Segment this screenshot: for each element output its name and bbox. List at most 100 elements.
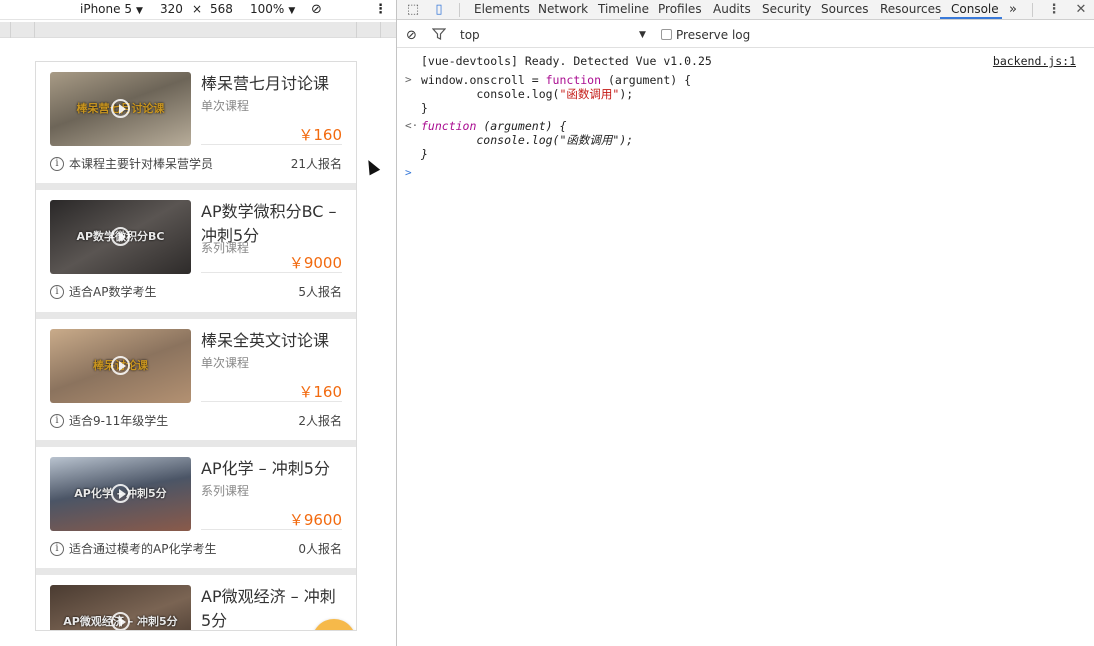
filter-icon[interactable] (431, 28, 447, 43)
tab-resources[interactable]: Resources (880, 2, 941, 16)
divider (201, 529, 342, 530)
enrolled-count: 5人报名 (298, 285, 342, 299)
media-query-ruler (0, 22, 396, 38)
console-filterbar: ⊘ top ▼ Preserve log (397, 24, 1094, 48)
more-tabs-icon[interactable]: » (1009, 2, 1017, 17)
course-info: i 适合9-11年级学生 (50, 412, 168, 429)
divider (201, 144, 342, 145)
zoom-select[interactable]: 100% ▼ (250, 2, 295, 16)
more-vertical-icon[interactable]: ⋮ (374, 2, 387, 17)
course-thumbnail[interactable]: AP微观经济 – 冲刺5分 (50, 585, 191, 630)
course-card[interactable]: 棒呆营七月讨论课 棒呆营七月讨论课 单次课程 ￥160 i 本课程主要针对棒呆营… (36, 62, 356, 183)
tab-audits[interactable]: Audits (713, 2, 751, 16)
more-vertical-icon[interactable]: ⋮ (1046, 2, 1062, 18)
enrolled-count: 2人报名 (298, 414, 342, 428)
course-audience: 本课程主要针对棒呆营学员 (69, 157, 214, 171)
user-icon (312, 619, 356, 631)
screen: iPhone 5 ▼ 320 × 568 100% ▼ ⊘ ⋮ 棒呆营七月讨论课 棒… (0, 0, 1094, 646)
zoom-value: 100% (250, 2, 285, 16)
tab-console[interactable]: Console (951, 2, 999, 16)
tab-profiles[interactable]: Profiles (658, 2, 702, 16)
course-price: ￥160 (298, 383, 342, 401)
course-audience: 适合9-11年级学生 (69, 414, 169, 428)
dimension-times: × (192, 2, 203, 16)
tab-network[interactable]: Network (538, 2, 588, 16)
course-title[interactable]: AP化学 – 冲刺5分 (201, 457, 346, 481)
mouse-cursor-icon (363, 157, 381, 176)
course-title[interactable]: 棒呆营七月讨论课 (201, 72, 346, 96)
course-type: 系列课程 (201, 484, 250, 498)
active-tab-indicator (940, 17, 1002, 19)
info-icon: i (50, 156, 64, 171)
card-separator (36, 312, 356, 319)
card-separator (36, 440, 356, 447)
course-card[interactable]: AP微观经济 – 冲刺5分 AP微观经济 – 冲刺 5分 (36, 575, 356, 630)
inspect-element-icon[interactable]: ⬚ (405, 2, 421, 18)
course-info: i 本课程主要针对棒呆营学员 (50, 155, 213, 172)
console-result: } (421, 147, 428, 161)
card-separator (36, 568, 356, 575)
info-icon: i (50, 284, 64, 299)
course-type: 单次课程 (201, 356, 250, 370)
devtools-tabbar: ⬚ ▯ Elements Network Timeline Profiles A… (397, 0, 1094, 20)
chevron-down-icon[interactable]: ▼ (639, 30, 646, 40)
course-info: i 适合AP数学考生 (50, 283, 156, 300)
tab-timeline[interactable]: Timeline (598, 2, 649, 16)
enrolled-count: 0人报名 (298, 542, 342, 556)
devtools-panel: ⬚ ▯ Elements Network Timeline Profiles A… (397, 0, 1094, 646)
device-toolbar: iPhone 5 ▼ 320 × 568 100% ▼ ⊘ ⋮ (0, 0, 396, 20)
dropdown-arrow-icon: ▼ (288, 6, 296, 16)
info-icon: i (50, 541, 64, 556)
course-card[interactable]: AP化学 – 冲刺5分 AP化学 – 冲刺5分 系列课程 ￥9600 i 适合通… (36, 447, 356, 568)
close-icon[interactable]: ✕ (1073, 2, 1089, 18)
phone-viewport: 棒呆营七月讨论课 棒呆营七月讨论课 单次课程 ￥160 i 本课程主要针对棒呆营… (35, 61, 357, 631)
course-title[interactable]: 棒呆全英文讨论课 (201, 329, 346, 353)
enrolled-count: 21人报名 (290, 157, 342, 171)
course-price: ￥9000 (288, 254, 342, 272)
console-message: [vue-devtools] Ready. Detected Vue v1.0.… (421, 54, 712, 68)
course-thumbnail[interactable]: 棒呆营七月讨论课 (50, 72, 191, 146)
rotate-icon[interactable]: ⊘ (311, 2, 322, 17)
course-card[interactable]: AP数学微积分BC AP数学微积分BC – 冲刺5分 系列课程 ￥9000 i … (36, 190, 356, 312)
play-icon[interactable] (111, 484, 130, 503)
device-select[interactable]: iPhone 5 ▼ (80, 2, 143, 16)
console-input: console.log("函数调用"); (421, 87, 634, 101)
play-icon[interactable] (111, 356, 130, 375)
tab-elements[interactable]: Elements (474, 2, 530, 16)
course-thumbnail[interactable]: 棒呆讨论课 (50, 329, 191, 403)
course-card[interactable]: 棒呆讨论课 棒呆全英文讨论课 单次课程 ￥160 i 适合9-11年级学生 2人… (36, 319, 356, 440)
course-type: 单次课程 (201, 99, 250, 113)
context-value: top (460, 28, 480, 42)
tab-sources[interactable]: Sources (821, 2, 868, 16)
play-icon[interactable] (111, 227, 130, 246)
device-mode-icon[interactable]: ▯ (431, 2, 447, 18)
console-prompt-icon[interactable]: > (405, 166, 412, 179)
device-name: iPhone 5 (80, 2, 132, 16)
course-audience: 适合AP数学考生 (69, 285, 157, 299)
preserve-log-toggle[interactable]: Preserve log (661, 28, 750, 42)
console-result: function (argument) { (421, 119, 567, 133)
course-thumbnail[interactable]: AP化学 – 冲刺5分 (50, 457, 191, 531)
course-info: i 适合通过模考的AP化学考生 (50, 540, 216, 557)
device-emulator-pane: iPhone 5 ▼ 320 × 568 100% ▼ ⊘ ⋮ 棒呆营七月讨论课 棒… (0, 0, 396, 646)
console-input: window.onscroll = function (argument) { (421, 73, 692, 87)
console-input: } (421, 101, 428, 115)
clear-console-icon[interactable]: ⊘ (406, 28, 417, 43)
play-icon[interactable] (111, 612, 130, 630)
course-thumbnail[interactable]: AP数学微积分BC (50, 200, 191, 274)
course-type: 系列课程 (201, 241, 250, 255)
dropdown-arrow-icon: ▼ (135, 6, 143, 16)
play-icon[interactable] (111, 99, 130, 118)
source-link[interactable]: backend.js:1 (993, 54, 1076, 68)
info-icon: i (50, 413, 64, 428)
tab-security[interactable]: Security (762, 2, 811, 16)
width-input[interactable]: 320 (160, 2, 183, 16)
course-price: ￥160 (298, 126, 342, 144)
console-result: console.log("函数调用"); (421, 133, 634, 147)
divider (201, 272, 342, 273)
divider (201, 401, 342, 402)
preserve-log-checkbox[interactable] (661, 29, 672, 40)
height-input[interactable]: 568 (210, 2, 233, 16)
context-select[interactable]: top (460, 28, 480, 42)
user-profile-button[interactable] (312, 619, 356, 631)
